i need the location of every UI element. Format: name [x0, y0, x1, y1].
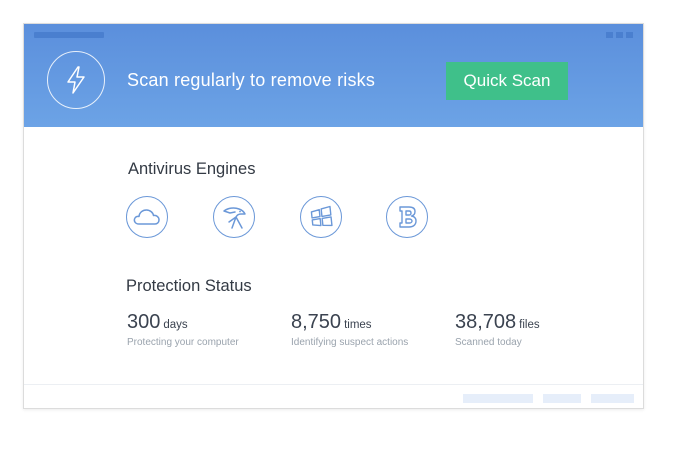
stat-value: 8,750 — [291, 311, 342, 333]
lightning-bolt-icon — [47, 51, 105, 109]
footer-link-placeholder[interactable] — [463, 394, 533, 403]
stat-files-scanned: 38,708 files Scanned today — [455, 311, 540, 348]
b-engine-icon — [386, 196, 428, 238]
stat-unit: days — [163, 319, 188, 331]
stat-description: Protecting your computer — [127, 337, 239, 348]
close-button[interactable] — [626, 32, 633, 38]
stat-description: Identifying suspect actions — [291, 337, 409, 348]
minimize-button[interactable] — [606, 32, 613, 38]
stat-suspect-actions: 8,750 times Identifying suspect actions — [291, 311, 408, 348]
protection-section-title: Protection Status — [126, 277, 252, 295]
window-controls — [606, 32, 633, 38]
stat-value: 300 — [127, 311, 161, 333]
header-banner: Scan regularly to remove risks Quick Sca… — [24, 24, 643, 127]
maximize-button[interactable] — [616, 32, 623, 38]
eagle-engine-icon — [213, 196, 255, 238]
footer-link-placeholder[interactable] — [591, 394, 634, 403]
quick-scan-button[interactable]: Quick Scan — [446, 62, 568, 100]
cloud-engine-icon — [126, 196, 168, 238]
footer-link-placeholder[interactable] — [543, 394, 581, 403]
stat-value: 38,708 — [455, 311, 517, 333]
app-window: Scan regularly to remove risks Quick Sca… — [23, 23, 644, 409]
engines-section-title: Antivirus Engines — [128, 160, 256, 178]
window-title-bar — [34, 32, 104, 38]
stat-description: Scanned today — [455, 337, 522, 348]
header-tagline: Scan regularly to remove risks — [127, 70, 376, 90]
stat-unit: times — [344, 319, 372, 331]
windows-engine-icon — [300, 196, 342, 238]
stat-unit: files — [519, 319, 540, 331]
stat-days-protected: 300 days Protecting your computer — [127, 311, 239, 348]
footer-divider — [24, 384, 643, 385]
